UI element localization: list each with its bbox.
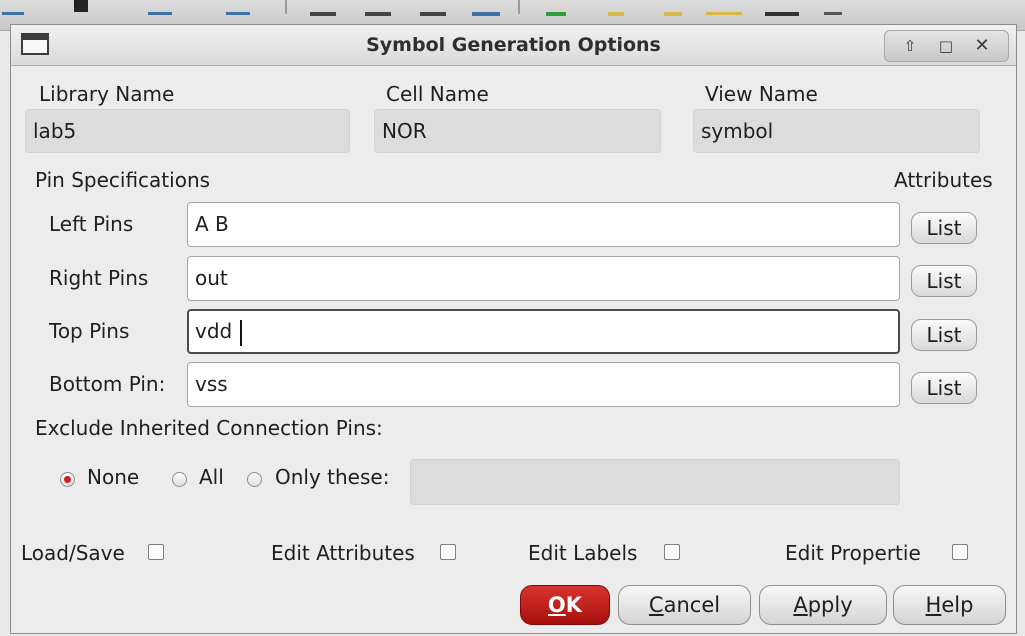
text-tool-icon[interactable] (74, 0, 88, 12)
shape-tool-icon[interactable] (765, 0, 799, 16)
edit-labels-checkbox[interactable] (664, 544, 680, 560)
exclude-all-label[interactable]: All (199, 465, 224, 489)
zoom-in-icon[interactable] (310, 0, 336, 16)
library-name-label: Library Name (39, 82, 175, 106)
pin-tool-icon[interactable] (608, 0, 624, 16)
apply-mnemonic: A (793, 593, 808, 617)
edit-properties-checkbox[interactable] (952, 544, 968, 560)
cell-name-field: NOR (374, 109, 661, 153)
cancel-mnemonic: C (648, 593, 664, 617)
bottom-pins-input[interactable]: vss (187, 362, 900, 407)
top-pins-input[interactable]: vdd (187, 309, 900, 354)
edit-properties-label: Edit Propertie (785, 541, 921, 565)
wire-tool-icon[interactable] (706, 0, 742, 15)
left-pins-label: Left Pins (49, 212, 134, 236)
add-instance-icon[interactable] (546, 0, 566, 16)
toolbar-separator (285, 0, 287, 14)
library-name-field: lab5 (25, 109, 350, 153)
exclude-only-these-radio[interactable] (247, 472, 262, 487)
apply-label-rest: pply (807, 593, 853, 617)
dialog-title: Symbol Generation Options (366, 34, 661, 56)
ok-button[interactable]: OK (520, 585, 610, 625)
zoom-fit-icon[interactable] (420, 0, 446, 16)
exclude-all-radio[interactable] (172, 472, 187, 487)
edit-attributes-label: Edit Attributes (271, 541, 415, 565)
help-button[interactable]: Help (893, 585, 1006, 625)
ok-label-rest: K (565, 593, 583, 617)
symbol-generation-dialog: Symbol Generation Options ⇧ □ ✕ Library … (10, 24, 1017, 634)
cancel-button[interactable]: Cancel (618, 585, 751, 625)
help-label-rest: elp (941, 593, 974, 617)
right-pins-label: Right Pins (49, 266, 149, 290)
zoom-select-icon[interactable] (472, 0, 500, 16)
help-mnemonic: H (925, 593, 942, 617)
attributes-label: Attributes (894, 168, 993, 192)
right-pins-input[interactable]: out (187, 256, 900, 301)
align-left-icon[interactable] (148, 0, 172, 15)
title-bar[interactable]: Symbol Generation Options ⇧ □ ✕ (11, 25, 1016, 66)
exclude-none-label[interactable]: None (87, 465, 139, 489)
rotate-tool-icon[interactable] (2, 0, 24, 15)
label-tool-icon[interactable] (664, 0, 682, 16)
cancel-label-rest: ancel (663, 593, 721, 617)
load-save-checkbox[interactable] (148, 544, 164, 560)
load-save-label: Load/Save (21, 541, 125, 565)
text-caret (240, 319, 243, 346)
zoom-out-icon[interactable] (365, 0, 391, 16)
bottom-pins-label: Bottom Pin: (49, 372, 166, 396)
edit-labels-label: Edit Labels (528, 541, 638, 565)
right-pins-list-button[interactable]: List (911, 265, 977, 297)
top-pins-list-button[interactable]: List (911, 319, 977, 351)
close-icon[interactable]: ✕ (969, 34, 995, 58)
exclude-only-these-label[interactable]: Only these: (275, 465, 389, 489)
exclude-inherited-label: Exclude Inherited Connection Pins: (35, 416, 383, 440)
left-pins-input[interactable]: A B (187, 202, 900, 247)
maximize-icon[interactable]: □ (933, 34, 959, 58)
ok-mnemonic: O (547, 593, 566, 617)
properties-tool-icon[interactable] (824, 0, 842, 15)
window-controls: ⇧ □ ✕ (884, 30, 1009, 62)
view-name-label: View Name (705, 82, 818, 106)
pin-specifications-label: Pin Specifications (35, 168, 211, 192)
up-arrow-icon[interactable]: ⇧ (897, 34, 923, 58)
toolbar-separator (518, 0, 520, 14)
apply-button[interactable]: Apply (759, 585, 887, 625)
only-these-field[interactable] (410, 459, 900, 505)
exclude-none-radio[interactable] (60, 472, 75, 487)
align-center-icon[interactable] (226, 0, 250, 15)
view-name-field: symbol (693, 109, 980, 153)
cell-name-label: Cell Name (386, 82, 489, 106)
bottom-pins-list-button[interactable]: List (911, 372, 977, 404)
top-pins-value: vdd (195, 319, 233, 343)
top-pins-label: Top Pins (49, 319, 130, 343)
edit-attributes-checkbox[interactable] (440, 544, 456, 560)
left-pins-list-button[interactable]: List (911, 212, 977, 244)
